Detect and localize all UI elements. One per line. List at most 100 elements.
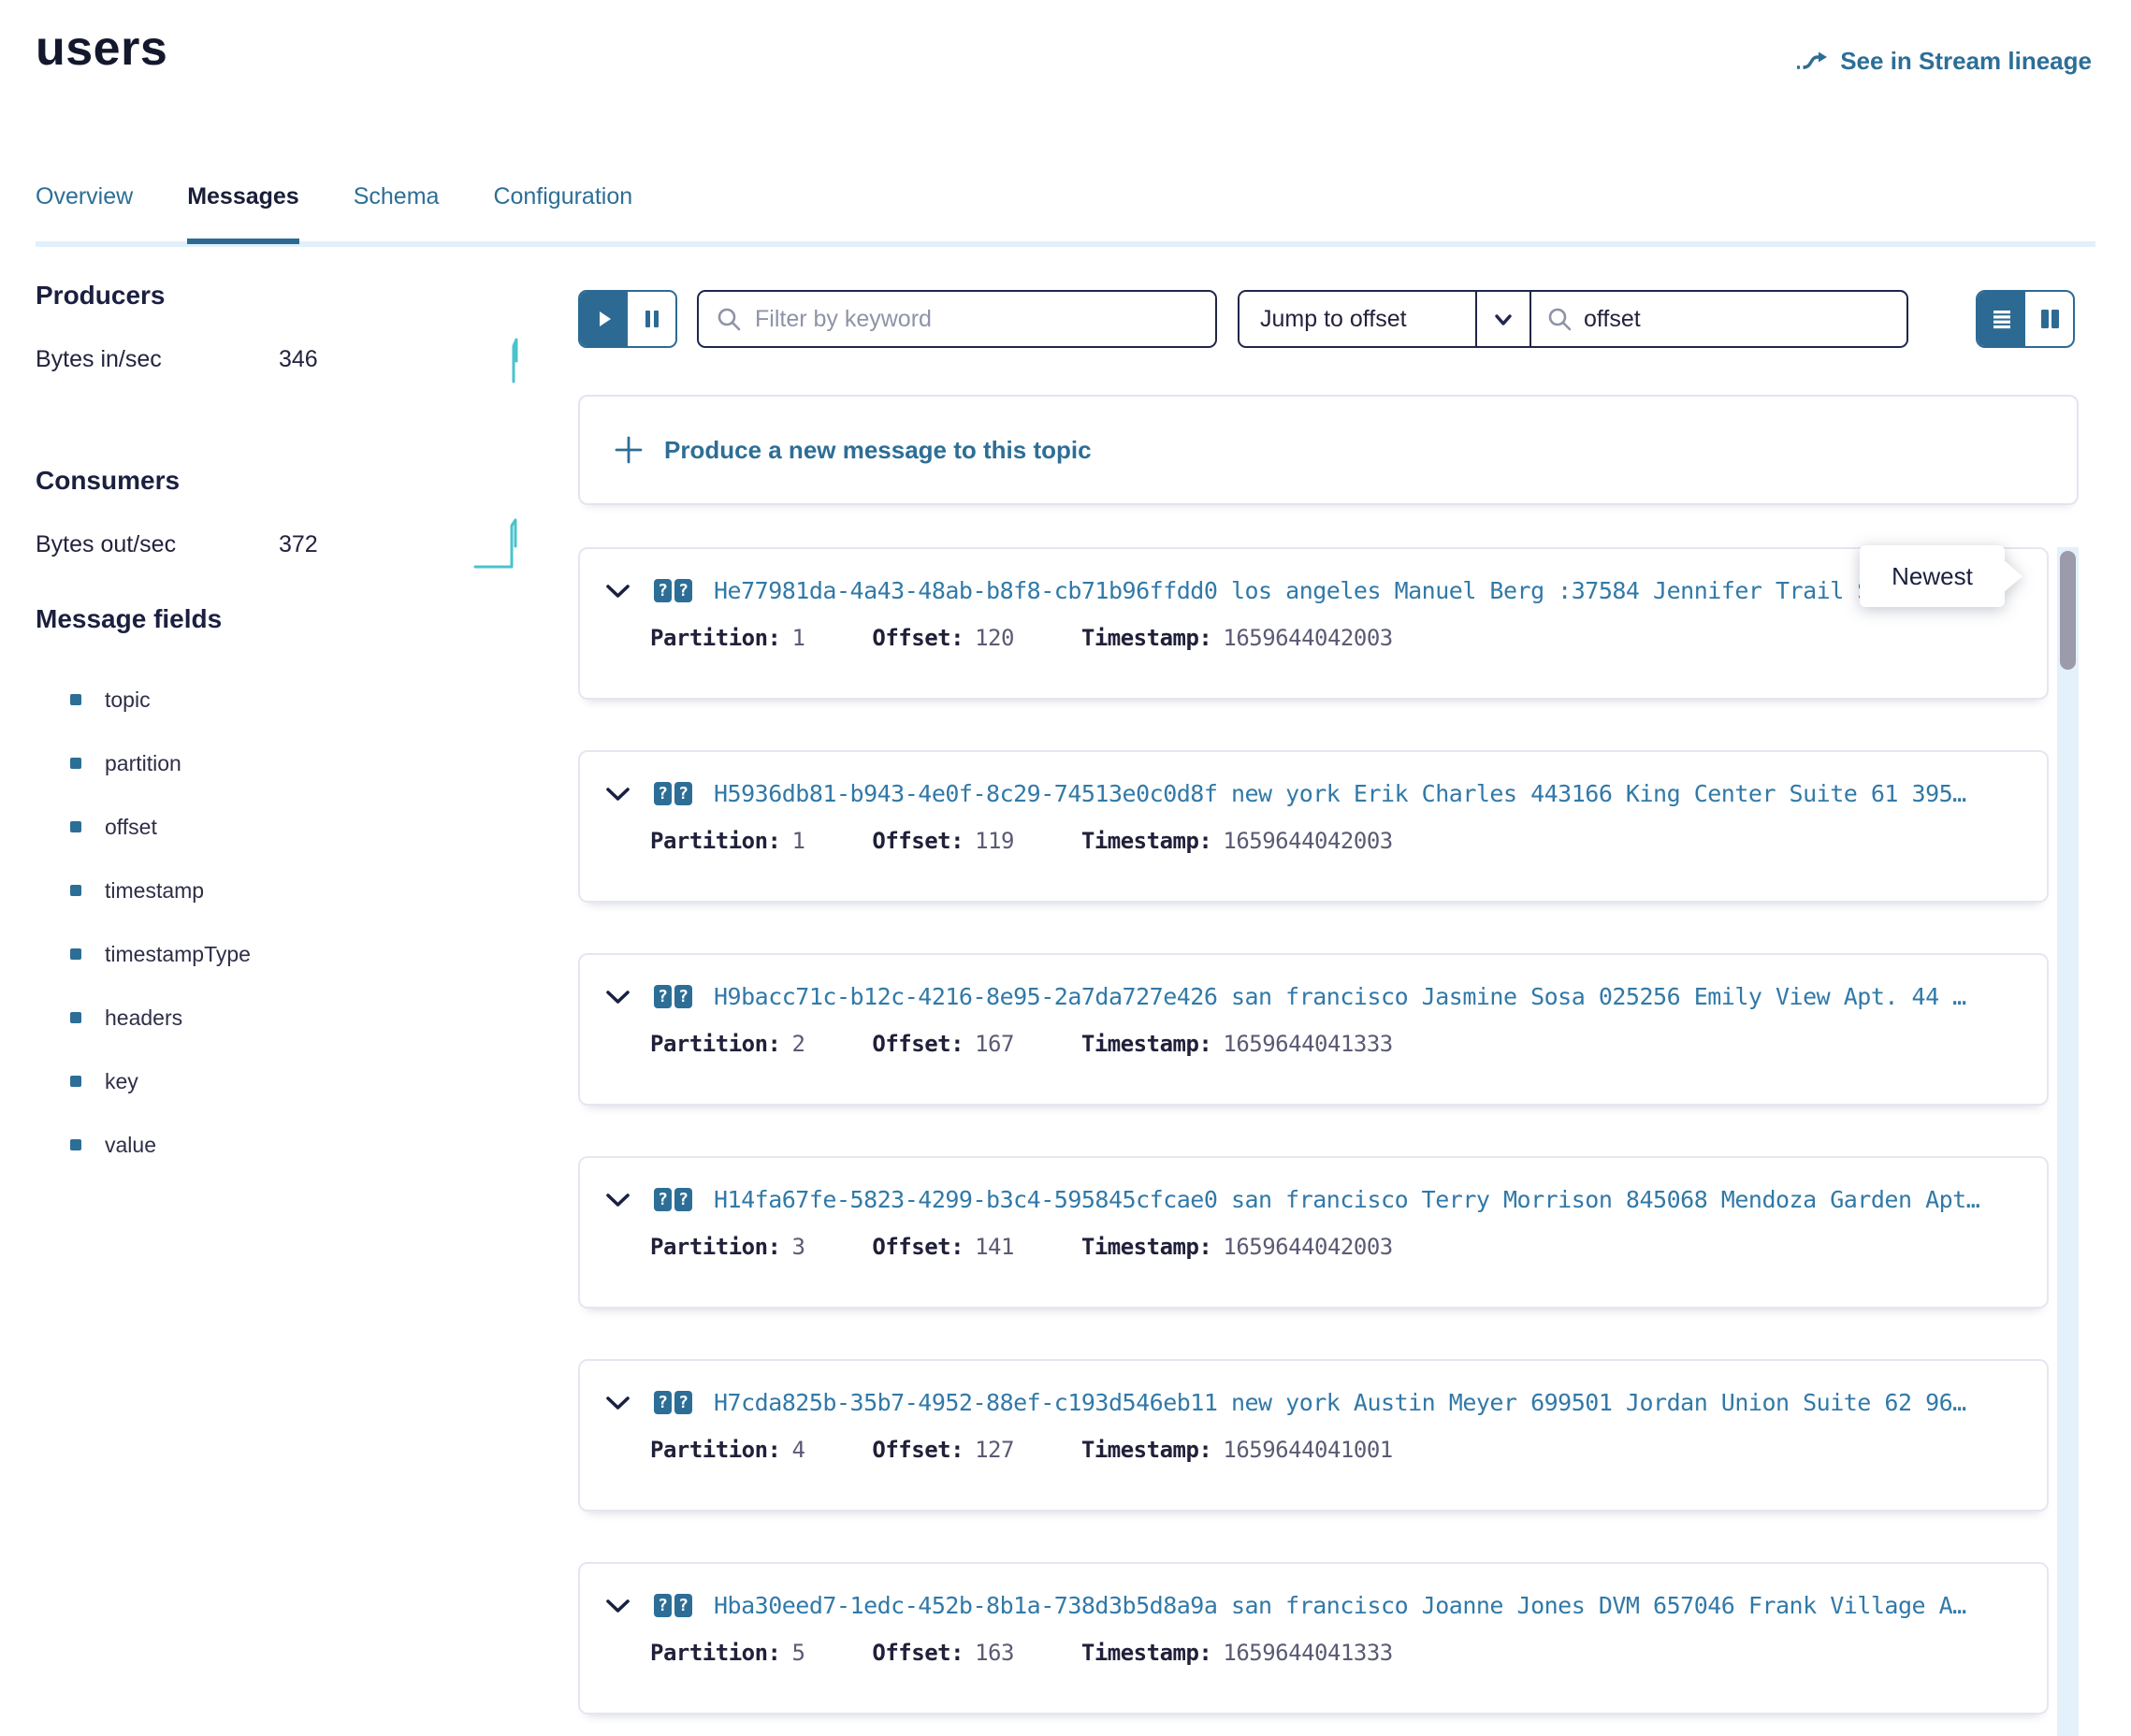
field-item-headers[interactable]: headers (36, 986, 541, 1049)
column-view-icon (2037, 307, 2062, 331)
expand-chevron-icon[interactable] (605, 1192, 631, 1208)
field-bullet-icon (70, 1076, 81, 1087)
message-row[interactable]: ? ? H5936db81-b943-4e0f-8c29-74513e0c0d8… (578, 750, 2049, 903)
expand-chevron-icon[interactable] (605, 989, 631, 1005)
expand-chevron-icon[interactable] (605, 1395, 631, 1411)
unknown-key-format-icon: ? (654, 579, 672, 602)
tab-messages[interactable]: Messages (187, 183, 299, 244)
bytes-in-label: Bytes in/sec (36, 346, 162, 373)
timestamp-label: Timestamp: (1081, 828, 1212, 854)
pause-button[interactable] (628, 292, 675, 346)
pause-icon (642, 308, 662, 330)
field-label: partition (105, 751, 181, 776)
field-bullet-icon (70, 1139, 81, 1150)
message-row[interactable]: ? ? He77981da-4a43-48ab-b8f8-cb71b96ffdd… (578, 547, 2049, 700)
chevron-down-icon (1491, 307, 1515, 331)
expand-chevron-icon[interactable] (605, 1598, 631, 1614)
message-text: H5936db81-b943-4e0f-8c29-74513e0c0d8f ne… (714, 780, 2021, 807)
offset-label: Offset: (872, 1031, 964, 1057)
play-pause-toggle (578, 290, 677, 348)
unknown-key-format-icon: ? (654, 985, 672, 1008)
offset-value: 119 (975, 828, 1014, 854)
unknown-key-format-icon: ? (654, 1594, 672, 1617)
field-item-topic[interactable]: topic (36, 668, 541, 731)
timestamp-label: Timestamp: (1081, 1234, 1212, 1260)
offset-search-input[interactable] (1584, 306, 1892, 333)
message-list: ? ? He77981da-4a43-48ab-b8f8-cb71b96ffdd… (578, 547, 2049, 1736)
field-label: headers (105, 1005, 182, 1031)
field-bullet-icon (70, 1012, 81, 1023)
offset-value: 120 (975, 625, 1014, 651)
column-view-button[interactable] (2025, 292, 2073, 346)
field-label: offset (105, 815, 157, 840)
field-item-partition[interactable]: partition (36, 731, 541, 795)
message-row[interactable]: ? ? H7cda825b-35b7-4952-88ef-c193d546eb1… (578, 1359, 2049, 1512)
serde-badges: ? ? (654, 579, 692, 602)
serde-badges: ? ? (654, 985, 692, 1008)
search-icon (1546, 306, 1573, 332)
unknown-key-format-icon: ? (654, 1188, 672, 1211)
unknown-value-format-icon: ? (674, 985, 692, 1008)
field-item-timestamp[interactable]: timestamp (36, 859, 541, 922)
unknown-key-format-icon: ? (654, 1391, 672, 1414)
field-bullet-icon (70, 885, 81, 896)
newest-tooltip: Newest (1860, 545, 2005, 607)
message-text: H9bacc71c-b12c-4216-8e95-2a7da727e426 sa… (714, 983, 2021, 1010)
tab-overview[interactable]: Overview (36, 183, 133, 244)
message-row[interactable]: ? ? Hba30eed7-1edc-452b-8b1a-738d3b5d8a9… (578, 1562, 2049, 1714)
partition-label: Partition: (650, 1640, 781, 1666)
jump-to-offset-select[interactable]: Jump to offset (1239, 292, 1475, 346)
filter-keyword-input[interactable] (755, 306, 1198, 333)
view-mode-toggle (1976, 290, 2075, 348)
timestamp-value: 1659644041001 (1223, 1437, 1392, 1463)
timestamp-value: 1659644042003 (1223, 828, 1392, 854)
produce-message-button[interactable]: Produce a new message to this topic (578, 395, 2079, 505)
scrollbar-thumb[interactable] (2060, 551, 2076, 670)
tab-configuration[interactable]: Configuration (493, 183, 632, 244)
field-item-timestampType[interactable]: timestampType (36, 922, 541, 986)
field-item-value[interactable]: value (36, 1113, 541, 1177)
expand-chevron-icon[interactable] (605, 583, 631, 600)
list-view-button[interactable] (1978, 292, 2025, 346)
timestamp-label: Timestamp: (1081, 1437, 1212, 1463)
timestamp-label: Timestamp: (1081, 625, 1212, 651)
field-label: timestamp (105, 878, 204, 904)
message-meta: Partition:1 Offset:120 Timestamp:1659644… (605, 625, 2021, 651)
partition-label: Partition: (650, 1031, 781, 1057)
bytes-out-sparkline (473, 513, 528, 577)
partition-value: 3 (792, 1234, 805, 1260)
stream-lineage-link[interactable]: See in Stream lineage (1795, 47, 2092, 76)
producers-heading: Producers (36, 281, 541, 311)
serde-badges: ? ? (654, 1188, 692, 1211)
scrollbar-track[interactable] (2057, 547, 2079, 1736)
tab-schema[interactable]: Schema (354, 183, 440, 244)
consumers-heading: Consumers (36, 466, 541, 496)
unknown-value-format-icon: ? (674, 1391, 692, 1414)
message-meta: Partition:3 Offset:141 Timestamp:1659644… (605, 1234, 2021, 1260)
message-row[interactable]: ? ? H9bacc71c-b12c-4216-8e95-2a7da727e42… (578, 953, 2049, 1106)
field-bullet-icon (70, 948, 81, 960)
unknown-value-format-icon: ? (674, 579, 692, 602)
message-row[interactable]: ? ? H14fa67fe-5823-4299-b3c4-595845cfcae… (578, 1156, 2049, 1309)
expand-chevron-icon[interactable] (605, 786, 631, 803)
field-item-offset[interactable]: offset (36, 795, 541, 859)
field-item-key[interactable]: key (36, 1049, 541, 1113)
newest-tooltip-label: Newest (1892, 562, 1973, 591)
offset-value: 163 (975, 1640, 1014, 1666)
bytes-in-sparkline (501, 333, 526, 392)
bytes-out-row: Bytes out/sec 372 (36, 518, 541, 574)
message-fields-heading: Message fields (36, 604, 541, 634)
partition-value: 1 (792, 828, 805, 854)
bytes-out-value: 372 (279, 531, 318, 558)
message-text: Hba30eed7-1edc-452b-8b1a-738d3b5d8a9a sa… (714, 1592, 2021, 1619)
field-label: value (105, 1133, 156, 1158)
offset-label: Offset: (872, 1640, 964, 1666)
unknown-value-format-icon: ? (674, 1594, 692, 1617)
play-button[interactable] (580, 292, 628, 346)
unknown-key-format-icon: ? (654, 782, 672, 805)
offset-search (1531, 292, 1906, 346)
offset-label: Offset: (872, 828, 964, 854)
field-bullet-icon (70, 821, 81, 832)
jump-select-chevron[interactable] (1475, 292, 1531, 346)
timestamp-value: 1659644041333 (1223, 1031, 1392, 1057)
